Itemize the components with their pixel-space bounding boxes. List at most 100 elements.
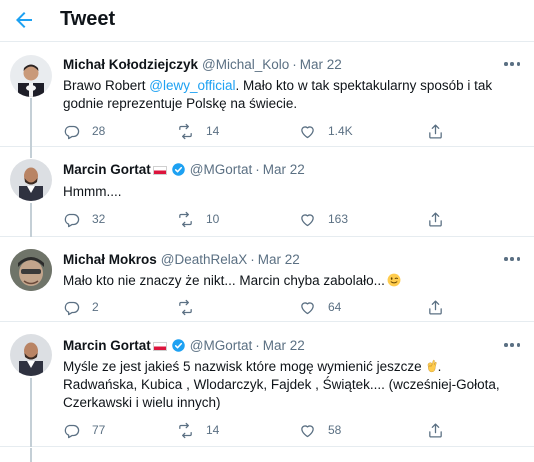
like-count: 58: [328, 423, 342, 437]
reply-button[interactable]: 2: [63, 298, 99, 316]
handle[interactable]: @DeathRelaX: [161, 252, 248, 267]
retweet-button[interactable]: 14: [177, 421, 219, 439]
share-button[interactable]: [427, 298, 444, 316]
avatar-image: [10, 334, 52, 376]
timestamp[interactable]: Mar 22: [258, 252, 300, 267]
top-bar: Tweet: [0, 0, 534, 42]
handle[interactable]: @MGortat: [190, 338, 252, 353]
like-button[interactable]: 64: [299, 298, 341, 316]
heart-icon: [301, 424, 314, 437]
separator: ·: [250, 251, 255, 267]
more-dots-icon: [504, 257, 508, 261]
like-count: 163: [328, 212, 349, 226]
reply-icon: [64, 125, 80, 139]
retweet-button[interactable]: 10: [177, 210, 219, 228]
tweet[interactable]: Michał Mokros @DeathRelaX · Mar 22 Mało …: [0, 237, 534, 322]
poland-flag-icon: [152, 341, 167, 351]
tweet-text: Hmmm....: [63, 184, 122, 199]
retweet-count: 14: [206, 124, 220, 138]
share-icon: [429, 211, 442, 227]
more-options-button[interactable]: [504, 256, 520, 262]
arrow-left-icon: [16, 12, 32, 28]
thread-line: [30, 203, 32, 237]
dot: [510, 62, 514, 66]
like-count: 1.4K: [328, 124, 353, 138]
reply-button[interactable]: 32: [63, 210, 105, 228]
display-name[interactable]: Michał Kołodziejczyk: [63, 57, 198, 72]
dot: [516, 257, 520, 261]
timestamp[interactable]: Mar 22: [263, 162, 305, 177]
handle[interactable]: @MGortat: [190, 162, 252, 177]
separator: ·: [255, 337, 260, 353]
reply-button[interactable]: 28: [63, 122, 105, 140]
verified-badge: [171, 338, 186, 353]
dot: [516, 62, 520, 66]
text-segment: Mało kto nie znaczy że nikt... Marcin ch…: [63, 273, 385, 288]
text-segment: Myśle ze jest jakieś 5 nazwisk które mog…: [63, 359, 422, 374]
tweet[interactable]: Marcin Gortat @MGortat · Mar 22 Myśle ze…: [0, 322, 534, 447]
back-button[interactable]: [12, 8, 38, 34]
reply-button[interactable]: 77: [63, 421, 105, 439]
heart-icon: [301, 213, 314, 226]
retweet-icon: [179, 123, 192, 139]
reply-count: 32: [92, 212, 106, 226]
tweet[interactable]: Michał Kołodziejczyk @Michal_Kolo · Mar …: [0, 42, 534, 147]
thread-line: [30, 448, 32, 462]
reply-icon: [64, 424, 80, 438]
share-button[interactable]: [427, 421, 444, 439]
like-count: 64: [328, 300, 342, 314]
timestamp[interactable]: Mar 22: [300, 57, 342, 72]
reply-icon: [64, 301, 80, 315]
avatar-image: [10, 159, 52, 201]
more-options-button[interactable]: [504, 342, 520, 348]
dot: [510, 343, 514, 347]
verified-icon: [172, 338, 185, 352]
share-icon: [429, 299, 442, 315]
tweet-actions: 32 10 163: [63, 210, 453, 228]
share-icon: [429, 123, 442, 139]
like-button[interactable]: 163: [299, 210, 348, 228]
mention-link[interactable]: @lewy_official: [149, 78, 235, 93]
display-name[interactable]: Michał Mokros: [63, 252, 157, 267]
tweet-text: Mało kto nie znaczy że nikt... Marcin ch…: [63, 272, 518, 290]
more-dots-icon: [504, 62, 508, 66]
verified-icon: [172, 162, 185, 176]
dot: [516, 343, 520, 347]
retweet-count: 10: [206, 212, 220, 226]
avatar[interactable]: [10, 159, 52, 201]
more-options-button[interactable]: [504, 61, 520, 67]
retweet-count: 14: [206, 423, 220, 437]
thread-line: [30, 147, 32, 158]
like-button[interactable]: 58: [299, 421, 341, 439]
retweet-button[interactable]: 14: [177, 122, 219, 140]
tweet-text: Myśle ze jest jakieś 5 nazwisk które mog…: [63, 358, 518, 412]
verified-badge: [171, 162, 186, 177]
share-button[interactable]: [427, 122, 444, 140]
retweet-button[interactable]: [177, 298, 206, 316]
display-name[interactable]: Marcin Gortat: [63, 162, 151, 177]
reply-count: 77: [92, 423, 106, 437]
like-button[interactable]: 1.4K: [299, 122, 353, 140]
retweet-icon: [179, 211, 192, 227]
reply-icon: [64, 213, 80, 227]
separator: ·: [255, 161, 260, 177]
separator: ·: [292, 56, 297, 72]
avatar[interactable]: [10, 249, 52, 291]
tweet[interactable]: Marcin Gortat @MGortat · Mar 22 Hmmm....…: [0, 147, 534, 237]
avatar[interactable]: [10, 55, 52, 97]
ok-hand-icon: [427, 359, 437, 373]
retweet-icon: [179, 422, 192, 438]
heart-icon: [301, 125, 314, 138]
more-dots-icon: [504, 343, 508, 347]
display-name[interactable]: Marcin Gortat: [63, 338, 151, 353]
avatar[interactable]: [10, 334, 52, 376]
timestamp[interactable]: Mar 22: [263, 338, 305, 353]
page-title: Tweet: [60, 8, 116, 30]
reply-count: 2: [92, 300, 99, 314]
tweet-actions: 77 14 58: [63, 421, 453, 439]
winking-face-icon: [387, 273, 401, 287]
tweet-text: Brawo Robert @lewy_official. Mało kto w …: [63, 77, 518, 113]
handle[interactable]: @Michal_Kolo: [202, 57, 289, 72]
dot: [510, 257, 514, 261]
share-button[interactable]: [427, 210, 444, 228]
